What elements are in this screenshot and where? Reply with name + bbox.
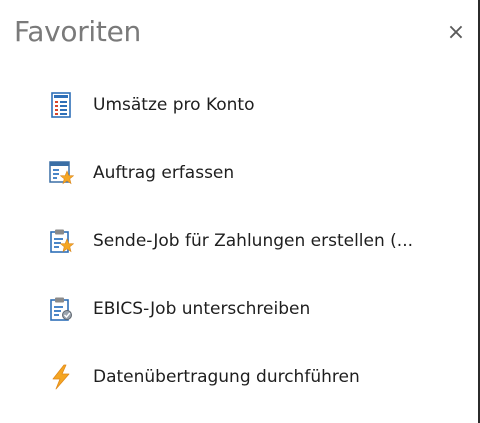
favorites-panel: Favoriten × Umsätze pro Konto Auftrag er… (0, 0, 480, 423)
favorite-item-sende-job[interactable]: Sende-Job für Zahlungen erstellen (... (0, 214, 478, 282)
favorite-item-label: Auftrag erfassen (93, 163, 235, 183)
favorite-item-label: Sende-Job für Zahlungen erstellen (... (93, 231, 414, 251)
favorite-item-datenuebertragung[interactable]: Datenübertragung durchführen (0, 350, 478, 418)
panel-header: Favoriten × (0, 0, 478, 70)
statement-list-icon (51, 92, 71, 118)
favorite-item-label: Umsätze pro Konto (93, 95, 255, 115)
favorite-item-umsaetze[interactable]: Umsätze pro Konto (0, 78, 478, 146)
new-order-icon (49, 161, 74, 185)
favorite-item-label: EBICS-Job unterschreiben (93, 299, 311, 319)
favorite-item-label: Datenübertragung durchführen (93, 367, 360, 387)
favorite-item-auftrag[interactable]: Auftrag erfassen (0, 146, 478, 214)
favorites-list: Umsätze pro Konto Auftrag erfassen Sende… (0, 78, 478, 418)
panel-title: Favoriten (14, 15, 141, 48)
clipboard-sign-icon (50, 297, 72, 321)
close-icon[interactable]: × (444, 21, 468, 45)
lightning-icon (52, 364, 70, 390)
favorite-item-ebics-job[interactable]: EBICS-Job unterschreiben (0, 282, 478, 350)
clipboard-star-icon (50, 229, 74, 253)
